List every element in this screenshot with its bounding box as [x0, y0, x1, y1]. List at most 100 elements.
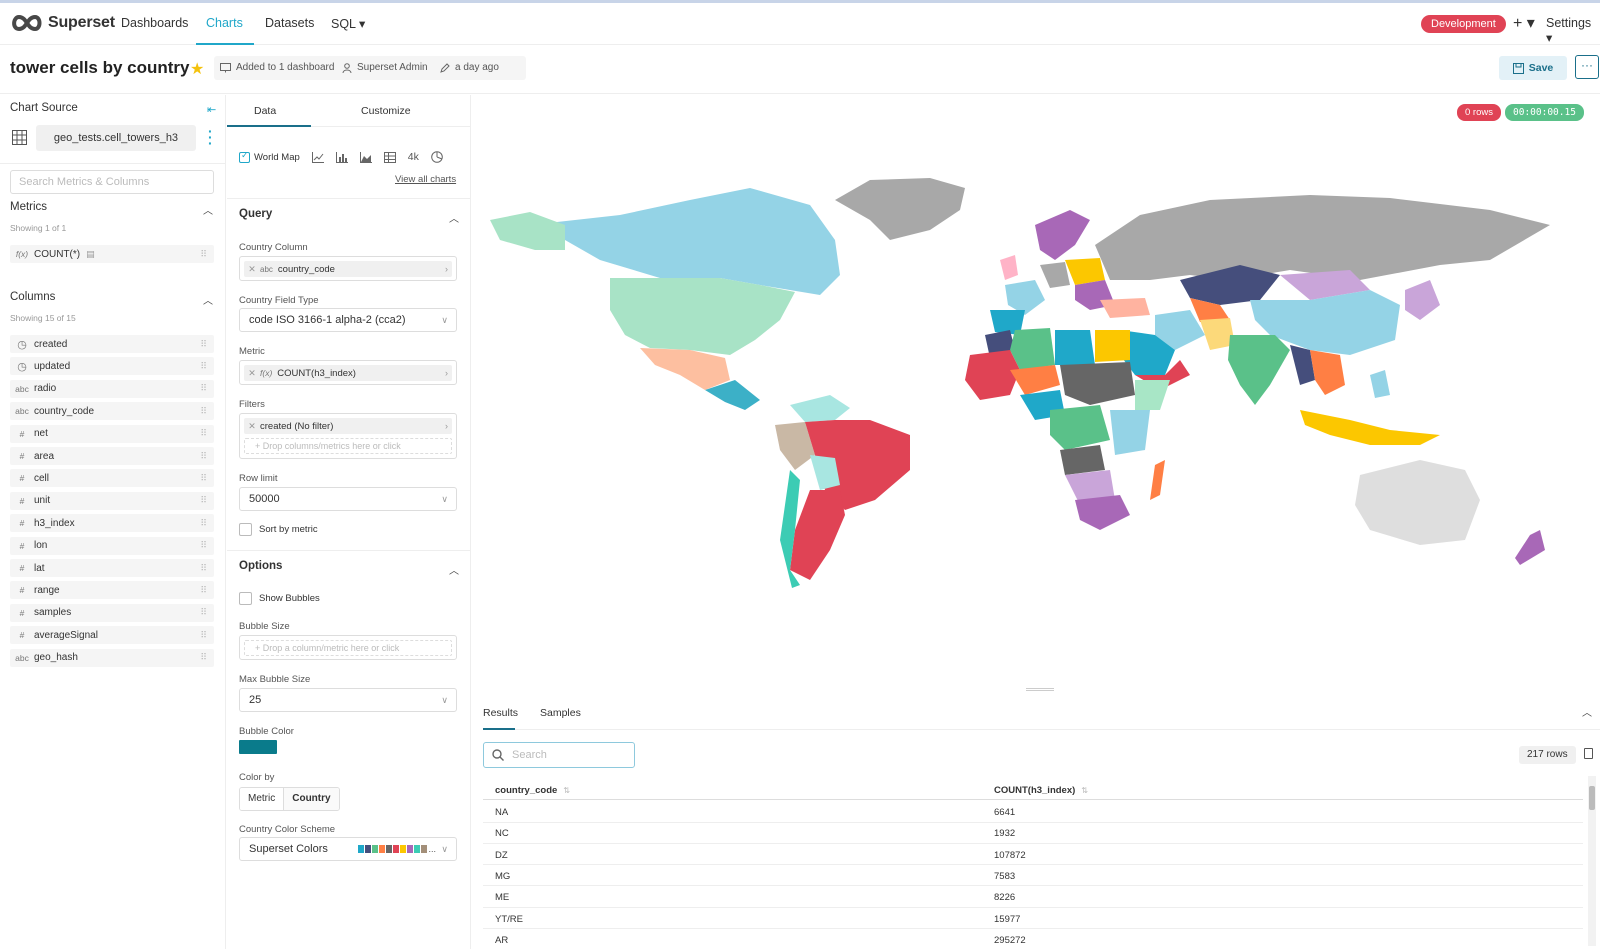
- drag-handle-icon[interactable]: ⠿: [200, 630, 207, 641]
- table-icon[interactable]: [383, 151, 396, 163]
- column-header-country-code[interactable]: country_code ⇅: [495, 785, 570, 796]
- column-item-net[interactable]: # net ⠿: [10, 424, 214, 443]
- table-row[interactable]: YT/RE 15977: [483, 908, 1583, 929]
- drag-handle-icon[interactable]: ⠿: [200, 339, 207, 350]
- area-chart-icon[interactable]: [359, 151, 372, 163]
- superset-logo[interactable]: Superset: [10, 13, 115, 33]
- filter-drop-zone[interactable]: + Drop columns/metrics here or click: [244, 438, 452, 454]
- column-header-count[interactable]: COUNT(h3_index) ⇅: [994, 785, 1088, 796]
- drag-handle-icon[interactable]: ⠿: [200, 540, 207, 551]
- owner-meta[interactable]: Superset Admin: [342, 62, 428, 73]
- column-item-geo_hash[interactable]: abc geo_hash ⠿: [10, 648, 214, 667]
- bubble-size-control[interactable]: + Drop a column/metric here or click: [239, 635, 457, 660]
- column-item-radio[interactable]: abc radio ⠿: [10, 379, 214, 398]
- pie-chart-icon[interactable]: [431, 151, 443, 163]
- drag-handle-icon[interactable]: ⠿: [200, 607, 207, 618]
- results-search-input[interactable]: Search: [483, 742, 635, 768]
- show-bubbles-toggle[interactable]: Show Bubbles: [239, 592, 320, 605]
- drag-handle-icon[interactable]: ⠿: [200, 249, 207, 260]
- bar-chart-icon[interactable]: [335, 151, 348, 163]
- settings-menu[interactable]: Settings ▾: [1546, 16, 1600, 45]
- nav-datasets[interactable]: Datasets: [265, 16, 314, 30]
- checkbox-icon[interactable]: [239, 592, 252, 605]
- tab-results[interactable]: Results: [483, 707, 518, 719]
- viz-world-map[interactable]: World Map: [239, 150, 300, 163]
- bubble-size-drop-zone[interactable]: + Drop a column/metric here or click: [244, 640, 452, 656]
- drag-handle-icon[interactable]: ⠿: [200, 585, 207, 596]
- column-item-lat[interactable]: # lat ⠿: [10, 559, 214, 577]
- search-metrics-columns-input[interactable]: Search Metrics & Columns: [10, 170, 214, 194]
- chevron-up-icon[interactable]: ︿: [449, 562, 459, 577]
- world-map-chart[interactable]: [490, 170, 1590, 610]
- metric-pill[interactable]: ✕ f(x) COUNT(h3_index) ›: [244, 365, 452, 381]
- drag-handle-icon[interactable]: ⠿: [200, 451, 207, 462]
- drag-handle-icon[interactable]: ⠿: [200, 563, 207, 574]
- copy-icon[interactable]: [1584, 748, 1593, 759]
- resize-handle[interactable]: [1026, 688, 1054, 691]
- tab-customize[interactable]: Customize: [361, 105, 411, 117]
- view-all-charts-link[interactable]: View all charts: [395, 174, 456, 185]
- sort-by-metric-toggle[interactable]: Sort by metric: [239, 523, 318, 536]
- column-item-updated[interactable]: ◷ updated ⠿: [10, 357, 214, 376]
- column-item-averageSignal[interactable]: # averageSignal ⠿: [10, 626, 214, 645]
- drag-handle-icon[interactable]: ⠿: [200, 383, 207, 394]
- field-type-select[interactable]: code ISO 3166-1 alpha-2 (cca2) ∨: [239, 308, 457, 332]
- line-chart-icon[interactable]: [311, 151, 324, 163]
- chevron-up-icon[interactable]: ︿: [449, 210, 459, 225]
- options-section-title[interactable]: Options: [239, 560, 282, 572]
- column-item-country_code[interactable]: abc country_code ⠿: [10, 402, 214, 421]
- remove-icon[interactable]: ✕: [244, 421, 260, 432]
- nav-charts[interactable]: Charts: [206, 16, 243, 30]
- collapse-panel-icon[interactable]: ⇤: [207, 103, 216, 116]
- big-number-icon[interactable]: 4k: [408, 151, 419, 163]
- more-actions-button[interactable]: ···: [1575, 55, 1599, 79]
- max-bubble-select[interactable]: 25 ∨: [239, 688, 457, 712]
- chart-title[interactable]: tower cells by country: [10, 58, 190, 78]
- column-item-unit[interactable]: # unit ⠿: [10, 491, 214, 510]
- column-item-created[interactable]: ◷ created ⠿: [10, 335, 214, 353]
- filter-pill[interactable]: ✕ created (No filter) ›: [244, 418, 452, 434]
- table-row[interactable]: ME 8226: [483, 886, 1583, 908]
- tab-samples[interactable]: Samples: [540, 707, 581, 719]
- checkbox-icon[interactable]: [239, 523, 252, 536]
- drag-handle-icon[interactable]: ⠿: [200, 473, 207, 484]
- nav-dashboards[interactable]: Dashboards: [121, 16, 188, 30]
- dataset-name[interactable]: geo_tests.cell_towers_h3: [36, 125, 196, 151]
- column-item-h3_index[interactable]: # h3_index ⠿: [10, 514, 214, 533]
- drag-handle-icon[interactable]: ⠿: [200, 495, 207, 506]
- table-row[interactable]: MG 7583: [483, 865, 1583, 887]
- drag-handle-icon[interactable]: ⠿: [200, 652, 207, 663]
- columns-section-title[interactable]: Columns: [10, 291, 55, 303]
- metric-item[interactable]: f(x) COUNT(*) ▤ ⠿: [10, 245, 214, 263]
- drag-handle-icon[interactable]: ⠿: [200, 406, 207, 417]
- metrics-section-title[interactable]: Metrics: [10, 201, 47, 213]
- remove-icon[interactable]: ✕: [244, 264, 260, 275]
- modified-meta[interactable]: a day ago: [440, 62, 499, 73]
- drag-handle-icon[interactable]: ⠿: [200, 361, 207, 372]
- dashboards-meta[interactable]: Added to 1 dashboard: [220, 62, 334, 73]
- column-item-area[interactable]: # area ⠿: [10, 447, 214, 465]
- filters-control[interactable]: ✕ created (No filter) › + Drop columns/m…: [239, 413, 457, 459]
- remove-icon[interactable]: ✕: [244, 368, 260, 379]
- metric-control[interactable]: ✕ f(x) COUNT(h3_index) ›: [239, 360, 457, 385]
- column-item-lon[interactable]: # lon ⠿: [10, 536, 214, 555]
- drag-handle-icon[interactable]: ⠿: [200, 518, 207, 529]
- tab-data[interactable]: Data: [254, 105, 276, 117]
- column-item-range[interactable]: # range ⠿: [10, 581, 214, 600]
- column-item-cell[interactable]: # cell ⠿: [10, 469, 214, 488]
- chevron-up-icon[interactable]: ︿: [1582, 704, 1592, 719]
- nav-sql[interactable]: SQL ▾: [331, 16, 365, 31]
- scrollbar-thumb[interactable]: [1589, 786, 1595, 810]
- table-row[interactable]: AR 295272: [483, 929, 1583, 949]
- new-item-button[interactable]: + ▾: [1513, 13, 1535, 33]
- country-column-pill[interactable]: ✕ abc country_code ›: [244, 261, 452, 277]
- bubble-color-picker[interactable]: [239, 740, 277, 754]
- row-limit-select[interactable]: 50000 ∨: [239, 487, 457, 511]
- query-section-title[interactable]: Query: [239, 208, 272, 220]
- favorite-star-icon[interactable]: ★: [190, 59, 204, 79]
- table-row[interactable]: NC 1932: [483, 822, 1583, 844]
- country-column-control[interactable]: ✕ abc country_code ›: [239, 256, 457, 281]
- table-row[interactable]: NA 6641: [483, 801, 1583, 823]
- table-row[interactable]: DZ 107872: [483, 844, 1583, 866]
- dataset-options-icon[interactable]: · · ·: [208, 124, 213, 150]
